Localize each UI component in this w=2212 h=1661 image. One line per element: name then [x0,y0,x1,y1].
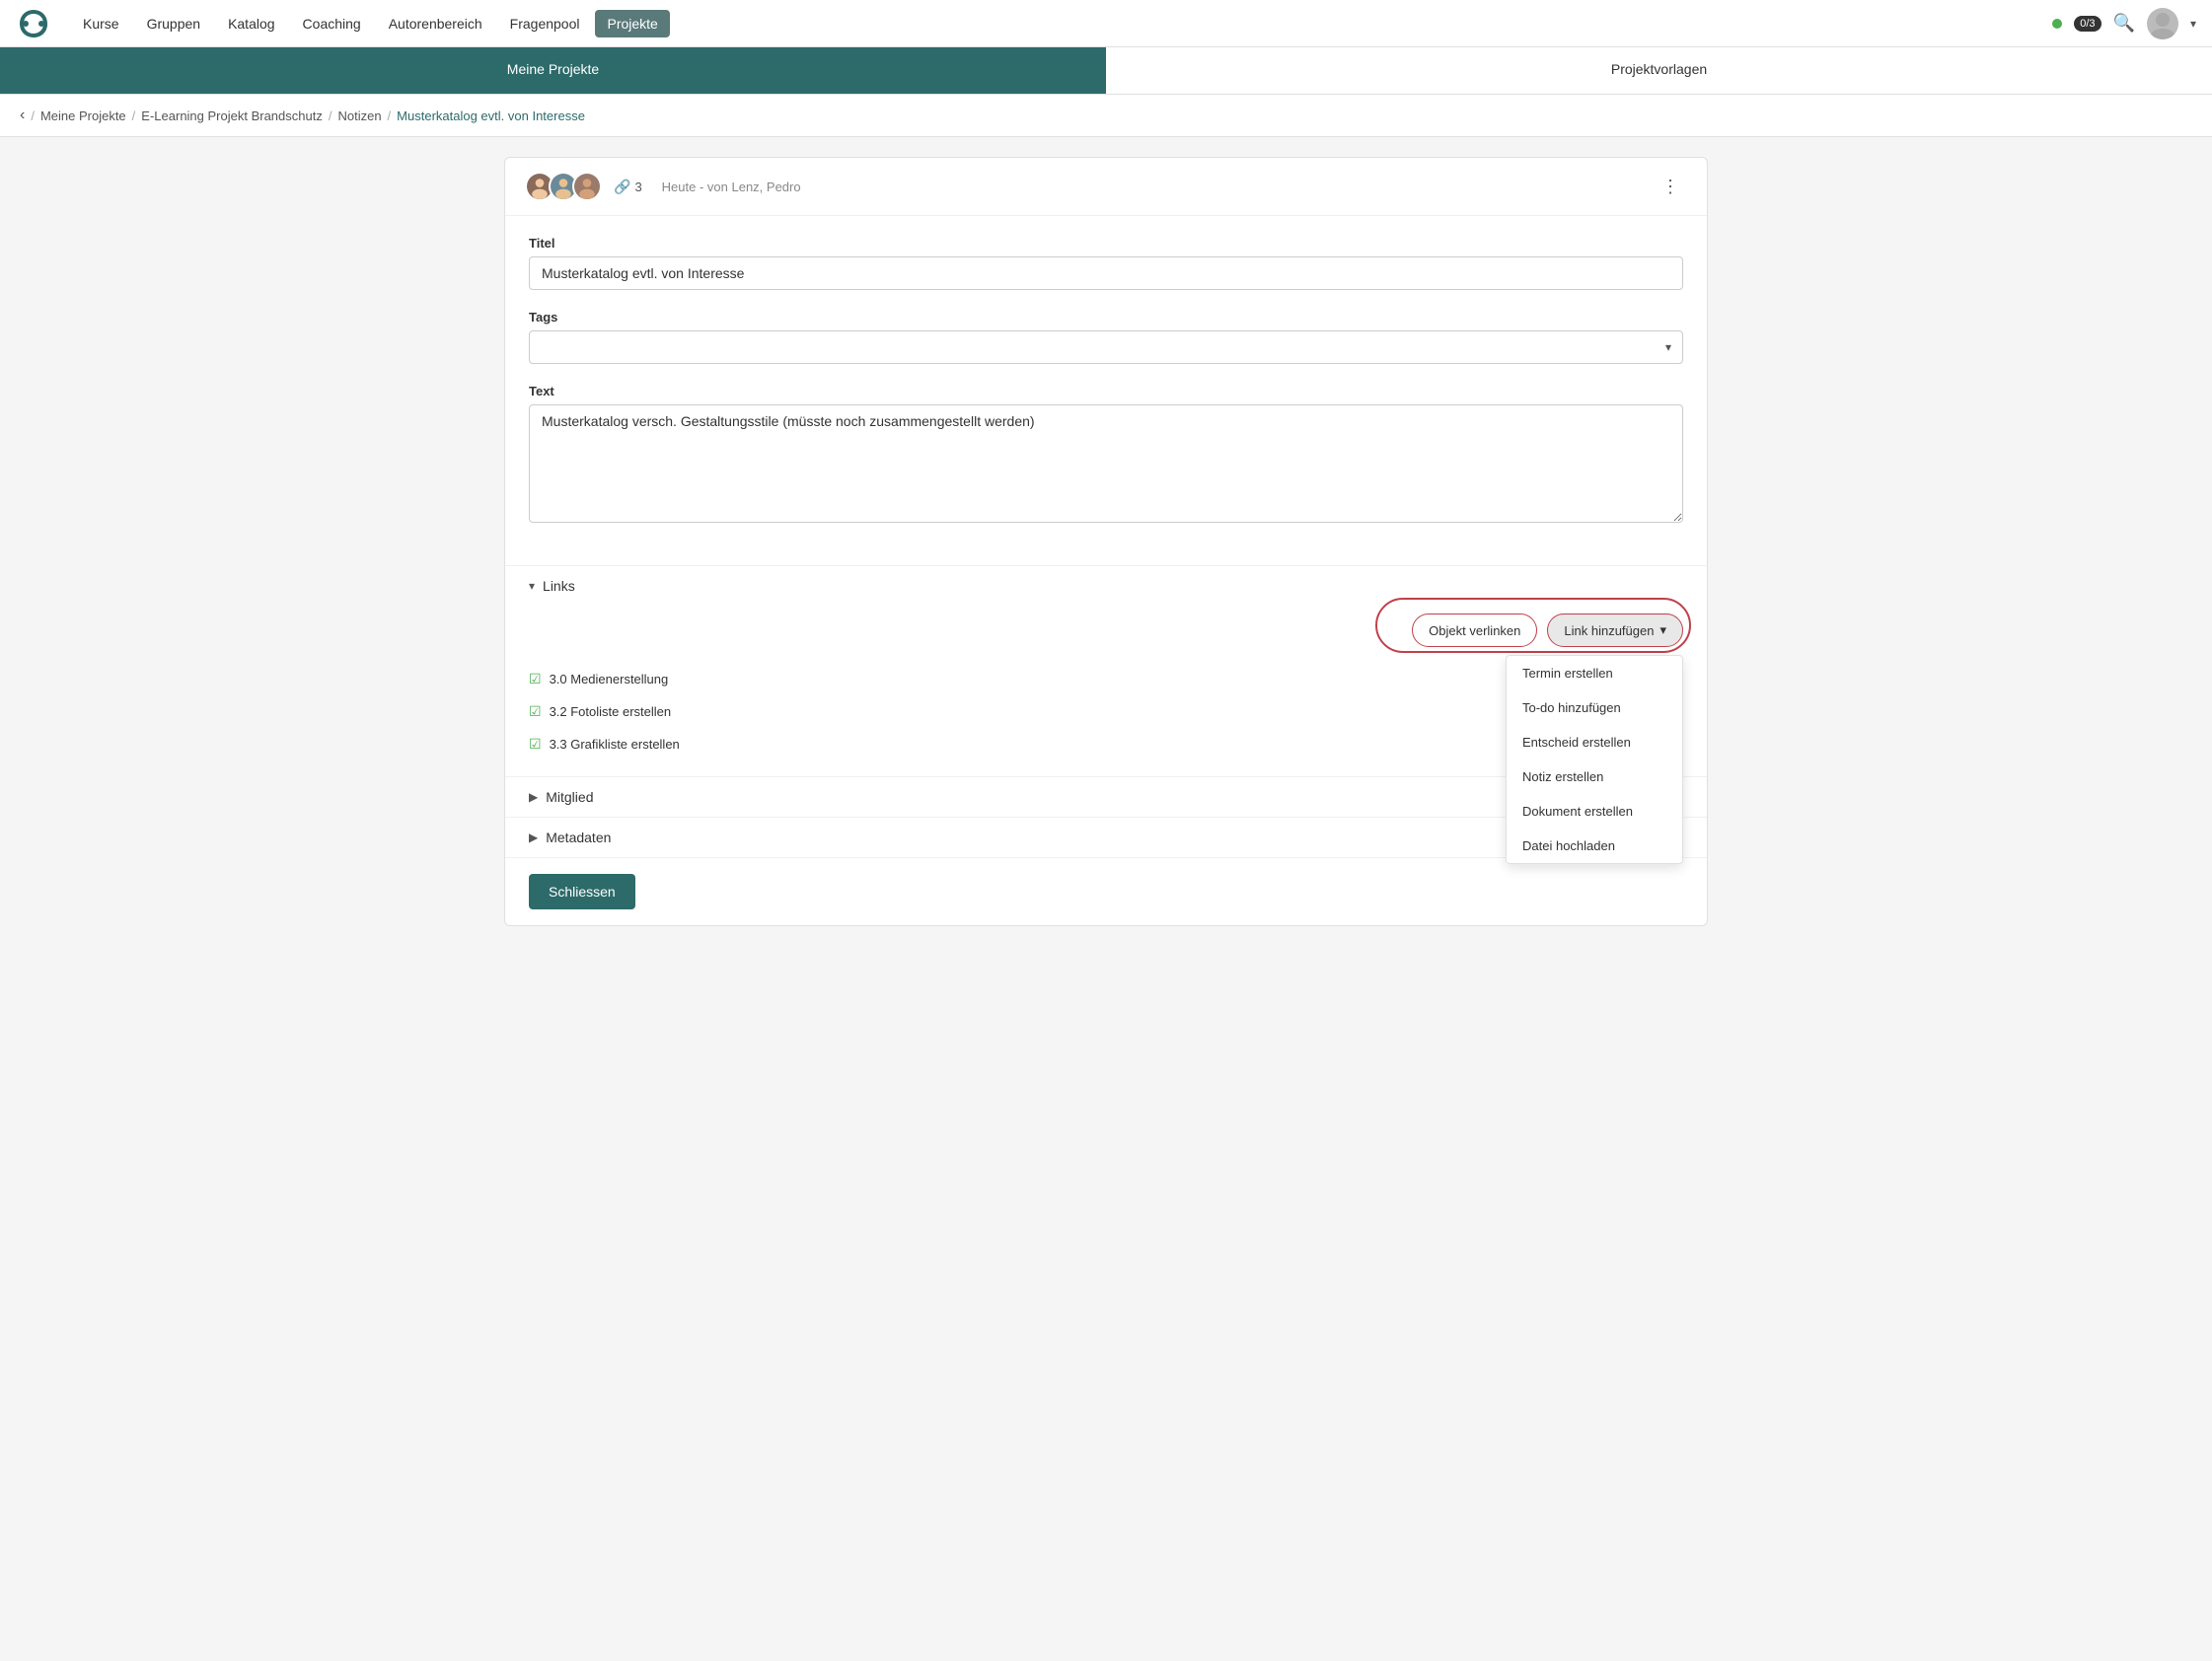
title-group: Titel [529,236,1683,290]
link-item-0-text: 3.0 Medienerstellung [550,672,1664,686]
dropdown-termin-erstellen[interactable]: Termin erstellen [1507,656,1682,690]
search-icon[interactable]: 🔍 [2113,13,2135,34]
card-menu-button[interactable]: ⋮ [1654,173,1687,201]
tab-meine-projekte[interactable]: Meine Projekte [0,47,1106,94]
user-avatar[interactable] [2147,8,2178,39]
user-menu-chevron[interactable]: ▾ [2190,17,2196,31]
tags-label: Tags [529,310,1683,325]
text-group: Text Musterkatalog versch. Gestaltungsst… [529,384,1683,526]
link-dropdown-menu: Termin erstellen To-do hinzufügen Entsch… [1506,655,1683,864]
form-section: Titel Tags ▾ Text Musterkatalog versch. … [505,216,1707,565]
link-item-0-icon: ☑ [529,671,542,687]
breadcrumb-elearning[interactable]: E-Learning Projekt Brandschutz [141,108,323,123]
dropdown-todo-hinzufuegen[interactable]: To-do hinzufügen [1507,690,1682,725]
breadcrumb-sep-0: / [31,108,35,123]
breadcrumb-meine-projekte[interactable]: Meine Projekte [40,108,126,123]
progress-badge: 0/3 [2074,16,2101,32]
link-hinzufuegen-arrow: ▾ [1659,622,1666,638]
mitglied-toggle-arrow: ▶ [529,790,538,804]
nav-kurse[interactable]: Kurse [71,10,131,37]
avatar-3 [572,172,602,201]
breadcrumb-current: Musterkatalog evtl. von Interesse [397,108,585,123]
app-logo[interactable] [16,6,51,41]
dropdown-notiz-erstellen[interactable]: Notiz erstellen [1507,759,1682,794]
breadcrumb: ‹ / Meine Projekte / E-Learning Projekt … [0,95,2212,137]
tabs-bar: Meine Projekte Projektvorlagen [0,47,2212,95]
nav-coaching[interactable]: Coaching [291,10,373,37]
text-label: Text [529,384,1683,398]
links-area: Objekt verlinken Link hinzufügen ▾ Termi… [505,606,1707,776]
breadcrumb-notizen[interactable]: Notizen [337,108,381,123]
breadcrumb-sep-3: / [388,108,392,123]
breadcrumb-sep-1: / [132,108,136,123]
link-hinzufuegen-button[interactable]: Link hinzufügen ▾ [1547,614,1683,647]
nav-katalog[interactable]: Katalog [216,10,286,37]
note-card: 🔗 3 Heute - von Lenz, Pedro ⋮ Titel Tags… [504,157,1708,926]
dropdown-datei-hochladen[interactable]: Datei hochladen [1507,829,1682,863]
nav-autorenbereich[interactable]: Autorenbereich [377,10,494,37]
nav-links: Kurse Gruppen Katalog Coaching Autorenbe… [71,10,2052,37]
tab-projektvorlagen[interactable]: Projektvorlagen [1106,47,2212,94]
links-actions: Objekt verlinken Link hinzufügen ▾ Termi… [529,606,1683,647]
metadaten-label: Metadaten [546,830,611,845]
link-hinzufuegen-label: Link hinzufügen [1564,623,1654,638]
nav-fragenpool[interactable]: Fragenpool [498,10,592,37]
schliessen-button[interactable]: Schliessen [529,874,635,909]
dropdown-dokument-erstellen[interactable]: Dokument erstellen [1507,794,1682,829]
link-item-1-text: 3.2 Fotoliste erstellen [550,704,1664,719]
links-toggle-arrow: ▾ [529,579,535,593]
links-section-toggle[interactable]: ▾ Links [505,565,1707,606]
link-count: 🔗 3 [614,179,642,195]
tags-select-wrapper: ▾ [529,330,1683,364]
link-count-value: 3 [634,180,641,194]
mitglied-label: Mitglied [546,789,593,805]
metadaten-toggle-arrow: ▶ [529,830,538,844]
links-section-label: Links [543,578,575,594]
navbar: Kurse Gruppen Katalog Coaching Autorenbe… [0,0,2212,47]
bottom-actions: Schliessen [505,857,1707,925]
link-item-2-icon: ☑ [529,736,542,753]
main-content: 🔗 3 Heute - von Lenz, Pedro ⋮ Titel Tags… [484,137,1728,946]
breadcrumb-sep-2: / [329,108,332,123]
breadcrumb-back-button[interactable]: ‹ [20,107,25,124]
title-input[interactable] [529,256,1683,290]
link-hinzufuegen-wrapper: Link hinzufügen ▾ Termin erstellen To-do… [1547,614,1683,647]
tags-group: Tags ▾ [529,310,1683,364]
card-header: 🔗 3 Heute - von Lenz, Pedro ⋮ [505,158,1707,216]
nav-projekte[interactable]: Projekte [595,10,669,37]
link-chain-icon: 🔗 [614,179,630,195]
title-label: Titel [529,236,1683,251]
text-textarea[interactable]: Musterkatalog versch. Gestaltungsstile (… [529,404,1683,523]
link-item-2-text: 3.3 Grafikliste erstellen [550,737,1664,752]
objekt-verlinken-button[interactable]: Objekt verlinken [1412,614,1537,647]
tags-select[interactable] [529,330,1683,364]
nav-gruppen[interactable]: Gruppen [135,10,212,37]
card-meta: Heute - von Lenz, Pedro [662,180,801,194]
link-item-1-icon: ☑ [529,703,542,720]
status-indicator [2052,19,2062,29]
navbar-right: 0/3 🔍 ▾ [2052,8,2196,39]
dropdown-entscheid-erstellen[interactable]: Entscheid erstellen [1507,725,1682,759]
avatars-group [525,172,602,201]
